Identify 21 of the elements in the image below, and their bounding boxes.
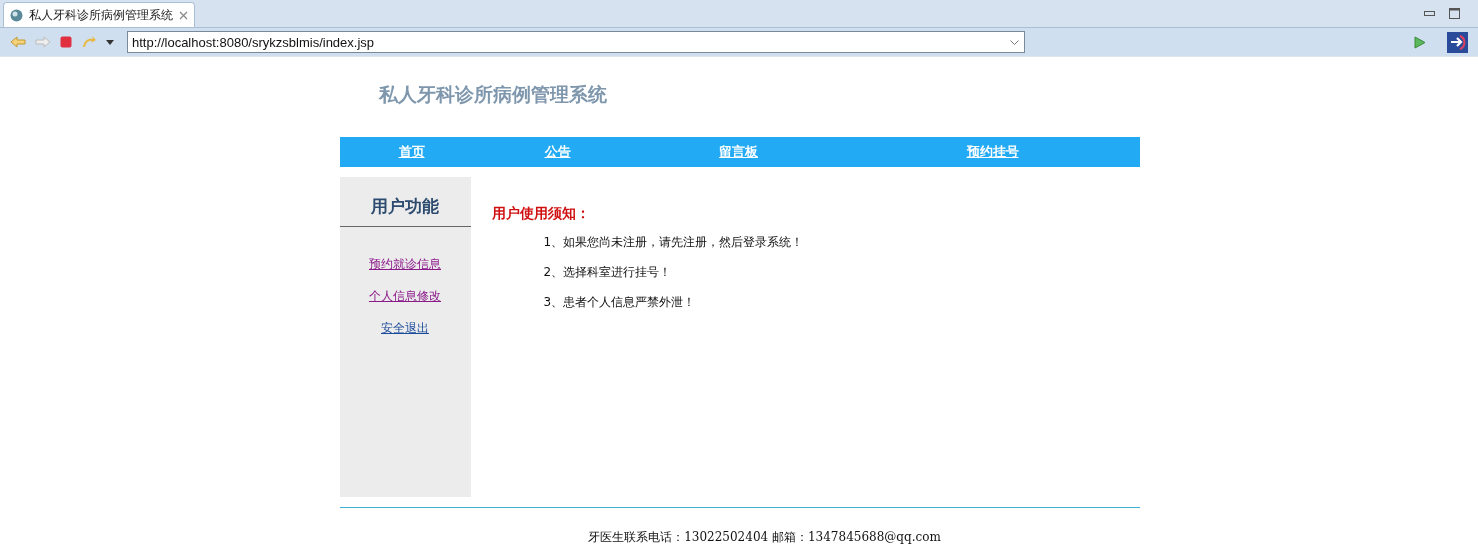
maximize-icon[interactable] bbox=[1449, 8, 1460, 19]
footer-text: 牙医生联系电话：13022502404 邮箱：1347845688@qq.com bbox=[588, 529, 941, 546]
close-icon[interactable] bbox=[179, 10, 188, 20]
stop-icon[interactable] bbox=[60, 36, 72, 48]
chevron-down-icon[interactable] bbox=[1010, 39, 1019, 45]
sidebar-title: 用户功能 bbox=[339, 177, 471, 227]
dropdown-caret-icon[interactable] bbox=[106, 39, 114, 45]
notice-item: 2、选择科室进行挂号！ bbox=[543, 264, 673, 281]
sidebar-link[interactable]: 安全退出 bbox=[381, 320, 429, 337]
notice-title: 用户使用须知： bbox=[491, 205, 591, 223]
exit-icon[interactable] bbox=[1447, 31, 1468, 53]
sidebar-link[interactable]: 预约就诊信息 bbox=[369, 256, 441, 273]
sidebar-link[interactable]: 个人信息修改 bbox=[369, 288, 441, 305]
globe-icon bbox=[10, 8, 23, 22]
browser-tab[interactable]: 私人牙科诊所病例管理系统 bbox=[3, 2, 195, 27]
url-field[interactable]: http://localhost:8080/srykzsblmis/index.jsp bbox=[127, 31, 1025, 53]
notice-item: 3、患者个人信息严禁外泄！ bbox=[543, 294, 697, 311]
go-icon[interactable] bbox=[1414, 35, 1426, 49]
notice-item: 1、如果您尚未注册，请先注册，然后登录系统！ bbox=[543, 234, 804, 251]
site-title: 私人牙科诊所病例管理系统 bbox=[378, 82, 608, 107]
minimize-icon[interactable] bbox=[1424, 10, 1435, 17]
